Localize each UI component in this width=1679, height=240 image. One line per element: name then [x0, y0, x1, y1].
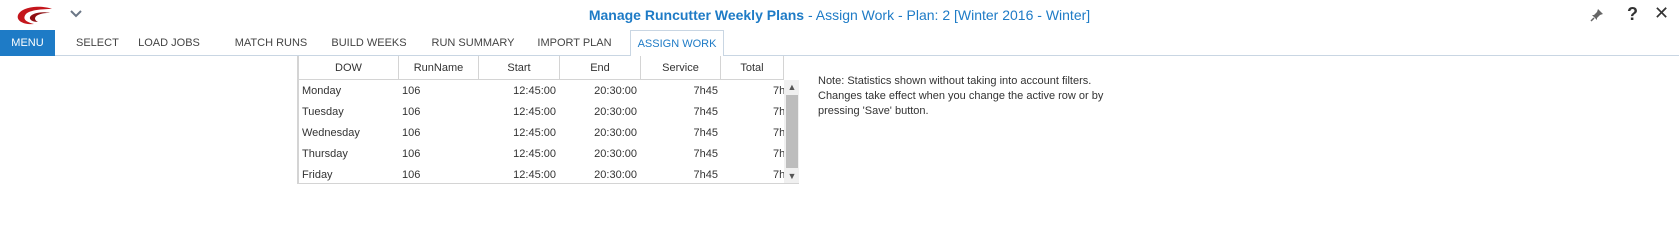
- note-line: pressing 'Save' button.: [818, 105, 929, 117]
- tab-import-plan[interactable]: IMPORT PLAN: [533, 30, 616, 56]
- cell-dow[interactable]: Tuesday: [302, 101, 397, 123]
- scroll-down-icon[interactable]: ▼: [784, 169, 799, 183]
- assign-work-grid: DOW RunName Start End Service Total Mond…: [298, 56, 799, 184]
- tab-run-summary[interactable]: RUN SUMMARY: [428, 30, 518, 56]
- close-icon[interactable]: ✕: [1654, 3, 1669, 24]
- title-main: Manage Runcutter Weekly Plans: [588, 7, 805, 23]
- tab-bar: MENU SELECT LOAD JOBS MATCH RUNS BUILD W…: [0, 30, 1679, 57]
- cell-start[interactable]: 12:45:00: [479, 101, 556, 123]
- cell-start[interactable]: 12:45:00: [479, 164, 556, 183]
- column-header-total[interactable]: Total: [721, 56, 784, 80]
- cell-service[interactable]: 7h45: [641, 164, 718, 183]
- vertical-scrollbar[interactable]: ▲ ▼: [784, 80, 799, 183]
- cell-dow[interactable]: Thursday: [302, 143, 397, 165]
- cell-end[interactable]: 20:30:00: [560, 122, 637, 144]
- tab-assign-work[interactable]: ASSIGN WORK: [630, 30, 724, 57]
- cell-total[interactable]: 7h45: [773, 80, 784, 102]
- tab-match-runs[interactable]: MATCH RUNS: [231, 30, 311, 56]
- title-bar: Manage Runcutter Weekly Plans - Assign W…: [0, 0, 1679, 30]
- cell-total[interactable]: 7h45: [773, 122, 784, 144]
- cell-start[interactable]: 12:45:00: [479, 143, 556, 165]
- column-header-dow[interactable]: DOW: [299, 56, 399, 80]
- cell-total[interactable]: 7h45: [773, 143, 784, 165]
- cell-total[interactable]: 7h45: [773, 164, 784, 183]
- tab-load-jobs[interactable]: LOAD JOBS: [136, 30, 202, 56]
- cell-runname[interactable]: 106: [402, 164, 477, 183]
- cell-runname[interactable]: 106: [402, 80, 477, 102]
- column-header-runname[interactable]: RunName: [399, 56, 479, 80]
- tab-build-weeks[interactable]: BUILD WEEKS: [330, 30, 408, 56]
- cell-total[interactable]: 7h45: [773, 101, 784, 123]
- table-row[interactable]: Friday 106 12:45:00 20:30:00 7h45 7h45: [299, 164, 784, 183]
- note-line: Note: Statistics shown without taking in…: [818, 75, 1092, 87]
- column-header-service[interactable]: Service: [641, 56, 721, 80]
- cell-service[interactable]: 7h45: [641, 122, 718, 144]
- cell-end[interactable]: 20:30:00: [560, 164, 637, 183]
- grid-body: Monday 106 12:45:00 20:30:00 7h45 7h45 T…: [299, 80, 784, 183]
- statistics-note: Note: Statistics shown without taking in…: [818, 74, 1118, 119]
- tab-select[interactable]: SELECT: [76, 30, 119, 56]
- column-header-end[interactable]: End: [560, 56, 641, 80]
- cell-runname[interactable]: 106: [402, 143, 477, 165]
- column-header-start[interactable]: Start: [479, 56, 560, 80]
- cell-start[interactable]: 12:45:00: [479, 122, 556, 144]
- pin-icon[interactable]: [1590, 8, 1604, 22]
- cell-dow[interactable]: Friday: [302, 164, 397, 183]
- cell-runname[interactable]: 106: [402, 122, 477, 144]
- scroll-thumb[interactable]: [786, 95, 798, 168]
- table-row[interactable]: Monday 106 12:45:00 20:30:00 7h45 7h45: [299, 80, 784, 102]
- scroll-up-icon[interactable]: ▲: [784, 80, 799, 94]
- table-row[interactable]: Thursday 106 12:45:00 20:30:00 7h45 7h45: [299, 143, 784, 165]
- grid-header: DOW RunName Start End Service Total: [299, 56, 784, 80]
- menu-button[interactable]: MENU: [0, 30, 55, 56]
- row-selector-column[interactable]: [279, 56, 298, 184]
- cell-end[interactable]: 20:30:00: [560, 143, 637, 165]
- cell-end[interactable]: 20:30:00: [560, 101, 637, 123]
- cell-service[interactable]: 7h45: [641, 143, 718, 165]
- table-row[interactable]: Tuesday 106 12:45:00 20:30:00 7h45 7h45: [299, 101, 784, 123]
- window-title: Manage Runcutter Weekly Plans - Assign W…: [0, 7, 1679, 23]
- cell-start[interactable]: 12:45:00: [479, 80, 556, 102]
- cell-service[interactable]: 7h45: [641, 101, 718, 123]
- cell-dow[interactable]: Monday: [302, 80, 397, 102]
- title-detail: - Assign Work - Plan: 2 [Winter 2016 - W…: [804, 7, 1091, 23]
- cell-dow[interactable]: Wednesday: [302, 122, 397, 144]
- cell-service[interactable]: 7h45: [641, 80, 718, 102]
- note-line: Changes take effect when you change the …: [818, 90, 1104, 102]
- help-icon[interactable]: ?: [1627, 4, 1638, 25]
- cell-runname[interactable]: 106: [402, 101, 477, 123]
- cell-end[interactable]: 20:30:00: [560, 80, 637, 102]
- table-row[interactable]: Wednesday 106 12:45:00 20:30:00 7h45 7h4…: [299, 122, 784, 144]
